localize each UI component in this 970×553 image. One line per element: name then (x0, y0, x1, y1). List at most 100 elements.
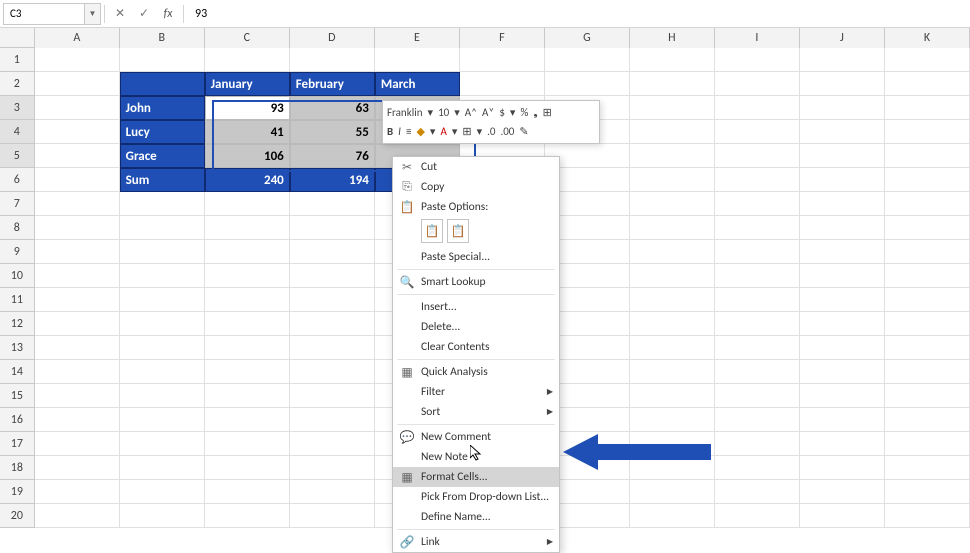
cell[interactable] (630, 288, 715, 312)
cell-rowname[interactable]: Lucy (120, 120, 205, 144)
font-color-icon[interactable]: A (440, 125, 446, 138)
cell[interactable] (630, 264, 715, 288)
cell[interactable] (120, 480, 205, 504)
enter-icon[interactable]: ✓ (132, 3, 156, 25)
cell[interactable] (715, 384, 800, 408)
cell[interactable] (715, 504, 800, 528)
cell[interactable] (545, 48, 630, 72)
name-box[interactable]: C3 (3, 3, 85, 25)
cell[interactable] (885, 48, 970, 72)
font-name[interactable]: Franklin (387, 106, 423, 119)
cell[interactable] (800, 240, 885, 264)
cell[interactable] (290, 216, 375, 240)
cell[interactable] (630, 504, 715, 528)
font-size[interactable]: 10 (438, 106, 449, 119)
cell[interactable] (35, 96, 120, 120)
cell[interactable] (800, 432, 885, 456)
menu-link[interactable]: 🔗Link▶ (393, 532, 559, 552)
cell-header[interactable]: March (375, 72, 460, 96)
cell-sum[interactable]: 194 (290, 168, 375, 192)
cell-selected[interactable]: 41 (205, 120, 290, 144)
cell[interactable] (120, 312, 205, 336)
cell[interactable] (715, 480, 800, 504)
cell[interactable] (35, 408, 120, 432)
col-header[interactable]: B (120, 28, 205, 48)
cell[interactable] (800, 120, 885, 144)
cell-sum[interactable]: 240 (205, 168, 290, 192)
menu-insert[interactable]: Insert... (393, 297, 559, 317)
cell[interactable] (35, 288, 120, 312)
cell[interactable] (885, 336, 970, 360)
row-header[interactable]: 17 (0, 432, 35, 456)
cell[interactable] (800, 96, 885, 120)
cell[interactable] (290, 312, 375, 336)
cell[interactable] (205, 192, 290, 216)
cell[interactable] (630, 72, 715, 96)
cell[interactable] (885, 480, 970, 504)
col-header[interactable]: C (205, 28, 290, 48)
comma-icon[interactable]: ❟ (533, 106, 537, 120)
menu-paste-special[interactable]: Paste Special... (393, 247, 559, 267)
cell[interactable] (120, 432, 205, 456)
cell[interactable] (205, 288, 290, 312)
row-header[interactable]: 15 (0, 384, 35, 408)
cell[interactable] (290, 480, 375, 504)
cell[interactable] (35, 456, 120, 480)
formula-value[interactable]: 93 (195, 7, 207, 21)
cell[interactable] (205, 216, 290, 240)
cell[interactable] (120, 192, 205, 216)
cell[interactable] (885, 456, 970, 480)
decrease-font-icon[interactable]: A˅ (482, 106, 494, 119)
name-box-dropdown[interactable]: ▼ (85, 3, 101, 25)
cell[interactable] (800, 288, 885, 312)
cell[interactable] (205, 240, 290, 264)
cell[interactable] (885, 432, 970, 456)
row-header[interactable]: 2 (0, 72, 35, 96)
cell[interactable] (460, 48, 545, 72)
align-icon[interactable]: ≡ (406, 125, 411, 138)
cell[interactable] (885, 168, 970, 192)
cell[interactable] (120, 264, 205, 288)
cell[interactable] (205, 408, 290, 432)
cell[interactable] (205, 312, 290, 336)
cell[interactable] (715, 432, 800, 456)
cell[interactable] (715, 360, 800, 384)
dropdown-icon[interactable]: ▾ (454, 106, 460, 119)
paste-option-icon[interactable]: 📋 (421, 219, 443, 243)
cell[interactable] (35, 48, 120, 72)
col-header[interactable]: J (800, 28, 885, 48)
cell[interactable] (800, 312, 885, 336)
row-header[interactable]: 5 (0, 144, 35, 168)
cell[interactable] (885, 192, 970, 216)
cell[interactable] (35, 72, 120, 96)
cell[interactable] (800, 336, 885, 360)
row-header[interactable]: 19 (0, 480, 35, 504)
cell-selected[interactable]: 106 (205, 144, 290, 168)
menu-new-comment[interactable]: 💬New Comment (393, 427, 559, 447)
cell[interactable] (885, 408, 970, 432)
cell[interactable] (120, 240, 205, 264)
cell-rowname[interactable]: Sum (120, 168, 205, 192)
cell[interactable] (35, 192, 120, 216)
cell[interactable] (715, 240, 800, 264)
cell-header[interactable]: February (290, 72, 375, 96)
cell[interactable] (120, 456, 205, 480)
cell[interactable] (205, 480, 290, 504)
col-header[interactable]: F (460, 28, 545, 48)
paste-option-icon[interactable]: 📋 (447, 219, 469, 243)
row-header[interactable]: 14 (0, 360, 35, 384)
cell[interactable] (885, 144, 970, 168)
cell[interactable] (800, 360, 885, 384)
cell[interactable] (290, 288, 375, 312)
cell[interactable] (35, 264, 120, 288)
cell[interactable] (715, 72, 800, 96)
cell[interactable] (630, 168, 715, 192)
cell[interactable] (630, 96, 715, 120)
cell[interactable] (630, 192, 715, 216)
cell[interactable] (35, 144, 120, 168)
menu-delete[interactable]: Delete... (393, 317, 559, 337)
cell[interactable] (120, 384, 205, 408)
col-header[interactable]: E (375, 28, 460, 48)
cell[interactable] (35, 480, 120, 504)
cell[interactable] (290, 192, 375, 216)
